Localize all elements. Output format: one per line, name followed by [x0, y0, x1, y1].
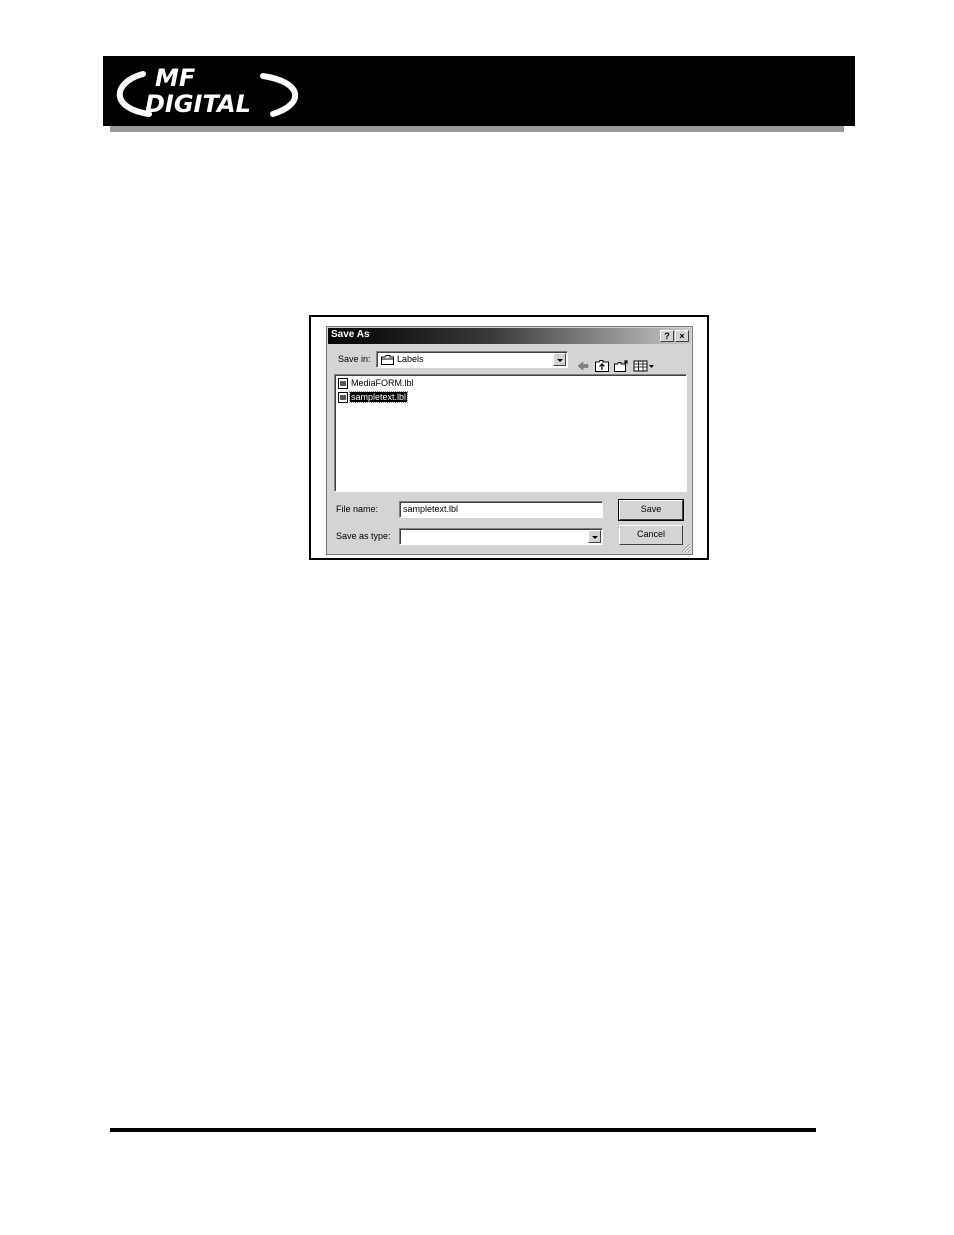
back-arrow-icon[interactable] [575, 359, 591, 373]
dialog-titlebar[interactable]: Save As ? × [328, 328, 691, 344]
svg-text:MF: MF [155, 64, 196, 92]
label-file-icon [338, 378, 348, 389]
footer-rule [110, 1128, 816, 1132]
save-as-type-combo[interactable] [399, 528, 603, 545]
view-menu-icon[interactable] [633, 359, 655, 373]
help-button[interactable]: ? [660, 330, 674, 342]
save-in-value: Labels [397, 354, 424, 364]
svg-text:DIGITAL: DIGITAL [145, 90, 251, 118]
save-as-type-label: Save as type: [336, 531, 391, 541]
folder-icon [381, 355, 394, 365]
save-button[interactable]: Save [618, 499, 684, 521]
up-folder-icon[interactable] [594, 359, 610, 373]
screenshot-frame: Save As ? × Save in: Labels MediaFORM.lb… [309, 315, 709, 560]
file-name-label: File name: [336, 504, 379, 514]
save-in-dropdown-button[interactable] [553, 353, 566, 366]
close-button[interactable]: × [675, 330, 689, 342]
file-name-value: sampletext.lbl [403, 504, 459, 514]
dialog-title: Save As [331, 329, 370, 340]
file-list[interactable]: MediaFORM.lbl sampletext.lbl [334, 374, 687, 492]
new-folder-icon[interactable] [613, 359, 629, 373]
save-in-label: Save in: [338, 354, 371, 364]
file-name: MediaFORM.lbl [351, 378, 414, 388]
save-in-combo[interactable]: Labels [376, 351, 568, 368]
logo-swoosh-icon: MF DIGITAL [103, 56, 308, 126]
file-name: sampletext.lbl [348, 391, 409, 403]
mf-digital-logo: MF DIGITAL [103, 56, 308, 126]
resize-grip-icon[interactable] [680, 542, 691, 553]
label-file-icon [338, 392, 348, 403]
save-as-type-dropdown-button[interactable] [588, 530, 601, 543]
file-name-input[interactable]: sampletext.lbl [399, 501, 603, 518]
banner-shadow [110, 126, 844, 132]
save-as-dialog: Save As ? × Save in: Labels MediaFORM.lb… [326, 326, 693, 555]
cancel-button[interactable]: Cancel [619, 525, 683, 545]
